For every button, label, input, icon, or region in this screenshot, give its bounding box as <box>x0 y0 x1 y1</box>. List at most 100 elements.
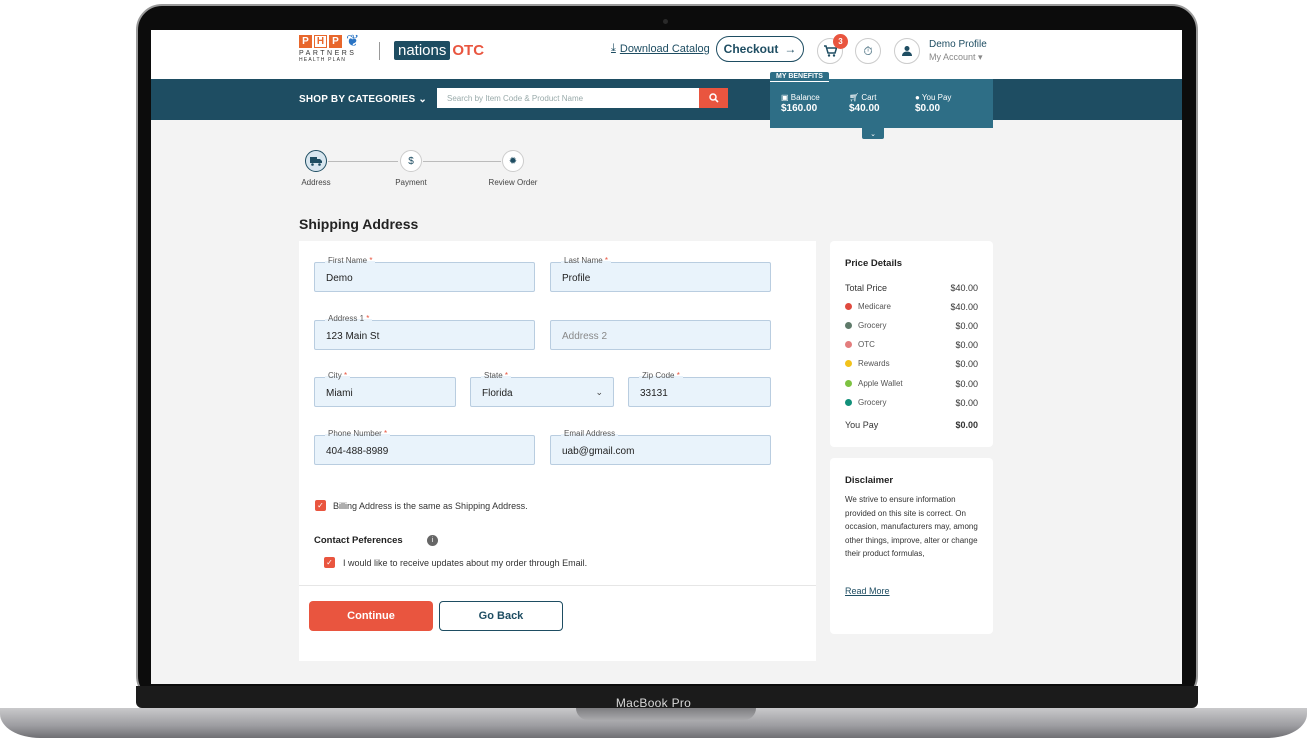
download-catalog-link[interactable]: ⤓ Download Catalog <box>611 42 710 55</box>
price-item-label: Medicare <box>858 302 891 311</box>
butterfly-icon: ❦ <box>346 32 360 50</box>
status-dot <box>845 399 852 406</box>
step-label: Review Order <box>488 178 538 187</box>
php-logo-letters: P H P ❦ <box>299 32 360 50</box>
price-row: Medicare $40.00 <box>845 302 978 312</box>
zip-code-value: 33131 <box>640 388 668 399</box>
shop-by-categories-label: SHOP BY CATEGORIES <box>299 94 416 105</box>
price-item-value: $0.00 <box>955 340 978 350</box>
disclaimer-text: We strive to ensure information provided… <box>845 495 978 558</box>
step-review-order[interactable]: ✹ Review Order <box>484 150 542 187</box>
php-logo[interactable]: P H P ❦ PARTNERS HEALTH PLAN <box>299 32 360 63</box>
device-label: MacBook Pro <box>615 696 692 710</box>
address2-field[interactable]: Address 2 <box>550 320 771 350</box>
my-benefits-title: MY BENEFITS <box>770 72 829 82</box>
price-item-value: $0.00 <box>955 398 978 408</box>
search-input[interactable] <box>437 88 699 108</box>
state-select[interactable]: State * Florida ⌄ <box>470 371 614 407</box>
php-letter: P <box>299 35 312 48</box>
you-pay-row: You Pay $0.00 <box>845 420 978 430</box>
address1-label: Address 1 * <box>325 314 373 323</box>
you-pay-total-label: You Pay <box>845 420 879 430</box>
status-dot <box>845 341 852 348</box>
state-value: Florida <box>482 388 513 399</box>
download-icon: ⤓ <box>611 42 616 54</box>
price-details-title: Price Details <box>845 258 903 269</box>
email-updates-checkbox[interactable]: ✓ <box>324 557 335 568</box>
timer-button[interactable]: ⏱ <box>855 38 881 64</box>
price-details-card: Price Details Total Price $40.00 Medicar… <box>830 241 993 447</box>
first-name-field[interactable]: First Name * Demo <box>314 256 535 292</box>
chevron-down-icon: ⌄ <box>595 387 603 397</box>
total-price-value: $40.00 <box>950 283 978 293</box>
billing-same-label: Billing Address is the same as Shipping … <box>333 501 528 511</box>
avatar[interactable] <box>894 38 920 64</box>
nations-otc-logo[interactable]: nations OTC <box>394 41 484 60</box>
check-icon: ✓ <box>326 558 333 567</box>
php-logo-line1: PARTNERS <box>299 50 357 57</box>
price-row: Grocery $0.00 <box>845 398 978 408</box>
balance-value: $160.00 <box>781 103 818 114</box>
shipping-form: First Name * Demo Last Name * Profile Ad… <box>299 241 816 661</box>
info-small-icon: ● <box>915 93 920 102</box>
nav-bar: SHOP BY CATEGORIES ⌄ <box>151 79 1182 120</box>
benefit-cart: 🛒︎ Cart $40.00 <box>849 93 880 114</box>
my-account-label: My Account <box>929 52 976 62</box>
last-name-label: Last Name * <box>561 256 612 265</box>
zip-code-field[interactable]: Zip Code * 33131 <box>628 371 771 407</box>
search-button[interactable] <box>699 88 728 108</box>
my-account-dropdown[interactable]: My Account ▾ <box>929 52 983 63</box>
search-icon <box>708 93 719 103</box>
city-field[interactable]: City * Miami <box>314 371 456 407</box>
caret-down-icon: ▾ <box>978 52 983 62</box>
last-name-field[interactable]: Last Name * Profile <box>550 256 771 292</box>
price-item-value: $40.00 <box>950 302 978 312</box>
status-dot <box>845 360 852 367</box>
price-row: OTC $0.00 <box>845 340 978 350</box>
email-field[interactable]: Email Address uab@gmail.com <box>550 429 771 465</box>
step-address[interactable]: Address <box>298 150 334 187</box>
phone-field[interactable]: Phone Number * 404-488-8989 <box>314 429 535 465</box>
nations-logo-text: nations <box>394 41 451 60</box>
continue-button[interactable]: Continue <box>309 601 433 631</box>
go-back-button[interactable]: Go Back <box>439 601 563 631</box>
camera-dot <box>663 19 668 24</box>
stopwatch-icon: ⏱ <box>863 43 873 58</box>
cart-count-badge: 3 <box>833 34 848 49</box>
phone-value: 404-488-8989 <box>326 446 389 457</box>
city-label: City * <box>325 371 351 380</box>
user-icon <box>902 46 912 56</box>
first-name-value: Demo <box>326 273 353 284</box>
status-dot <box>845 380 852 387</box>
profile-name[interactable]: Demo Profile <box>929 39 987 50</box>
checkout-button[interactable]: Checkout → <box>716 36 804 62</box>
contact-preferences-title: Contact Peferences <box>314 535 403 546</box>
step-payment[interactable]: $ Payment <box>391 150 431 187</box>
address1-value: 123 Main St <box>326 331 380 342</box>
info-icon[interactable]: i <box>427 535 438 546</box>
billing-same-checkbox[interactable]: ✓ <box>315 500 326 511</box>
gear-icon: ✹ <box>502 150 524 172</box>
first-name-label: First Name * <box>325 256 376 265</box>
phone-label: Phone Number * <box>325 429 391 438</box>
screen: P H P ❦ PARTNERS HEALTH PLAN nations OTC… <box>151 30 1182 684</box>
state-label: State * <box>481 371 512 380</box>
read-more-link[interactable]: Read More <box>845 586 890 596</box>
logo-divider <box>379 42 380 60</box>
status-dot <box>845 303 852 310</box>
address1-field[interactable]: Address 1 * 123 Main St <box>314 314 535 350</box>
checkout-label: Checkout <box>723 42 779 56</box>
dollar-icon: $ <box>400 150 422 172</box>
price-item-label: Grocery <box>858 398 887 407</box>
shop-by-categories-menu[interactable]: SHOP BY CATEGORIES ⌄ <box>299 94 427 105</box>
you-pay-label: You Pay <box>921 93 952 102</box>
price-row: Rewards $0.00 <box>845 359 978 369</box>
benefits-expand-button[interactable]: ⌄ <box>862 128 884 139</box>
check-icon: ✓ <box>317 501 324 510</box>
step-label: Payment <box>395 178 427 187</box>
you-pay-value: $0.00 <box>915 103 941 114</box>
otc-logo-text: OTC <box>452 42 485 59</box>
my-benefits-panel[interactable]: MY BENEFITS ▣ Balance $160.00 🛒︎ Cart $4… <box>770 72 993 139</box>
disclaimer-title: Disclaimer <box>845 475 894 486</box>
chevron-down-icon: ⌄ <box>870 130 876 138</box>
